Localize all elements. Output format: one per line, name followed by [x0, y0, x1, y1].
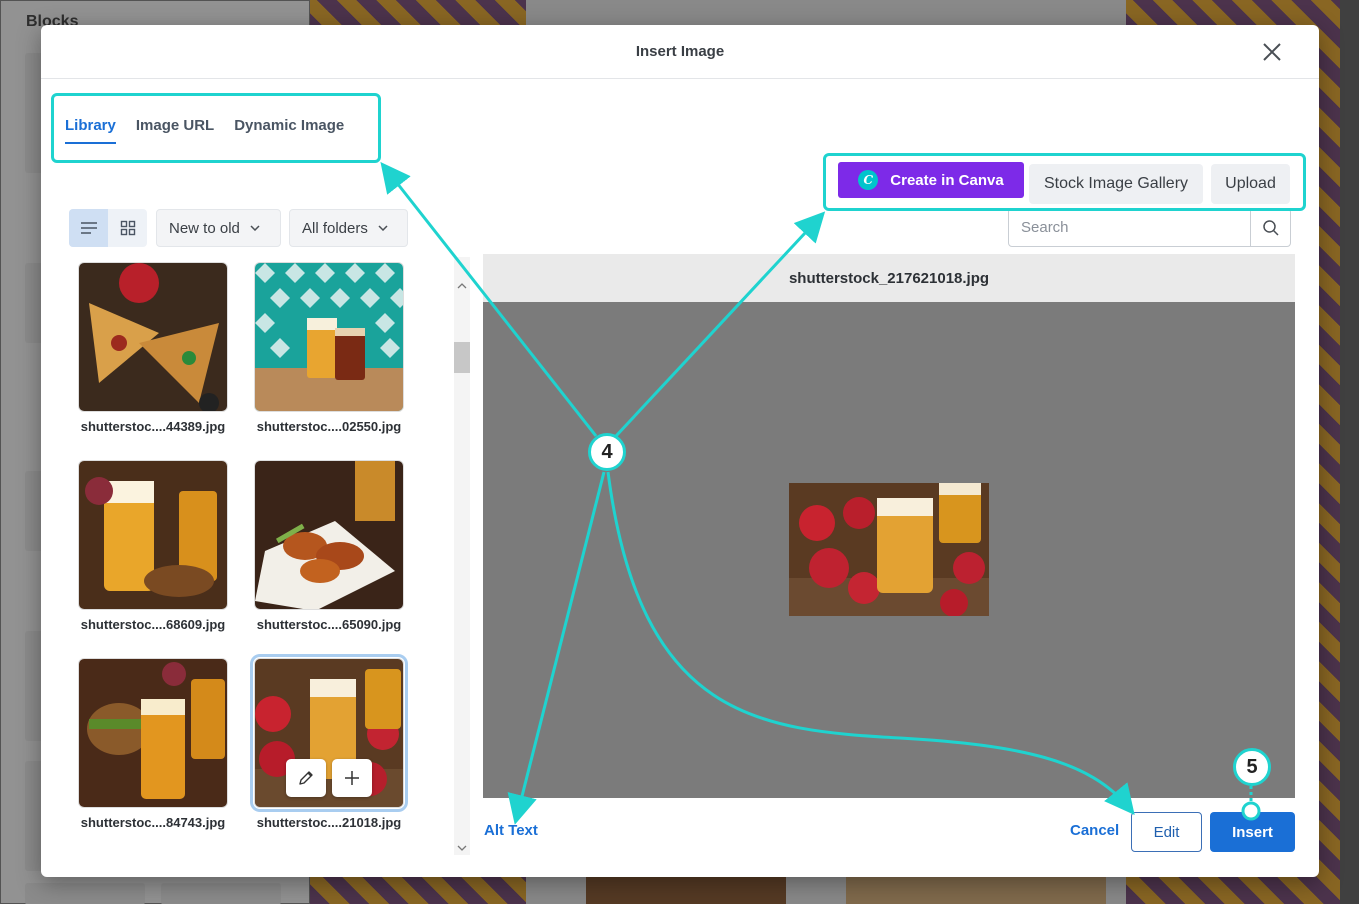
- image-tile[interactable]: shutterstoc....65090.jpg: [254, 460, 406, 632]
- search-icon: [1262, 219, 1279, 236]
- folder-dropdown-value: All folders: [302, 219, 368, 237]
- sort-dropdown[interactable]: New to old: [156, 209, 281, 247]
- list-view-button[interactable]: [69, 209, 108, 247]
- list-icon: [80, 222, 97, 234]
- step-badge-4: 4: [588, 433, 626, 471]
- grid-view-button[interactable]: [108, 209, 147, 247]
- modal-header: Insert Image: [41, 25, 1319, 79]
- chevron-down-icon: [250, 225, 260, 231]
- folder-dropdown[interactable]: All folders: [289, 209, 408, 247]
- image-thumbnail[interactable]: [250, 654, 408, 812]
- view-toggle: [69, 209, 147, 247]
- pencil-icon: [299, 771, 313, 785]
- search-box: [1008, 208, 1291, 247]
- chevron-down-icon: [378, 225, 388, 231]
- plus-icon: [345, 771, 359, 785]
- stock-image-gallery-button[interactable]: Stock Image Gallery: [1029, 164, 1203, 204]
- sort-dropdown-value: New to old: [169, 219, 240, 237]
- grid-icon: [120, 220, 135, 236]
- tab-library[interactable]: Library: [65, 117, 116, 144]
- close-icon: [1263, 43, 1281, 61]
- source-tabs: Library Image URL Dynamic Image: [65, 117, 344, 144]
- edit-button[interactable]: Edit: [1131, 812, 1202, 852]
- upload-button[interactable]: Upload: [1211, 164, 1290, 204]
- image-tile-selected[interactable]: shutterstoc....21018.jpg: [250, 654, 408, 830]
- image-thumbnail[interactable]: [254, 460, 404, 610]
- add-image-button[interactable]: [332, 759, 372, 797]
- close-button[interactable]: [1261, 41, 1283, 63]
- insert-button[interactable]: Insert: [1210, 812, 1295, 852]
- insert-image-modal: Insert Image Library Image URL Dynamic I…: [41, 25, 1319, 877]
- tab-dynamic-image[interactable]: Dynamic Image: [234, 117, 344, 144]
- image-thumbnail[interactable]: [78, 658, 228, 808]
- gallery-scrollbar[interactable]: [454, 257, 470, 855]
- scrollbar-thumb[interactable]: [454, 342, 470, 373]
- image-preview-area: [483, 302, 1295, 798]
- image-library-grid: shutterstoc....44389.jpg shutterstoc....…: [78, 262, 418, 852]
- alt-text-link[interactable]: Alt Text: [484, 822, 538, 839]
- image-filename: shutterstoc....65090.jpg: [256, 617, 402, 632]
- create-in-canva-button[interactable]: C Create in Canva: [838, 162, 1024, 198]
- search-button[interactable]: [1250, 209, 1290, 246]
- cancel-button[interactable]: Cancel: [1070, 822, 1119, 839]
- step-badge-5: 5: [1233, 748, 1271, 786]
- image-tile[interactable]: shutterstoc....68609.jpg: [78, 460, 230, 632]
- canva-logo-icon: C: [858, 170, 879, 190]
- image-filename: shutterstoc....68609.jpg: [80, 617, 226, 632]
- modal-title: Insert Image: [635, 43, 725, 60]
- image-tile[interactable]: shutterstoc....84743.jpg: [78, 658, 230, 830]
- preview-image: [789, 483, 989, 616]
- image-thumbnail[interactable]: [254, 262, 404, 412]
- scroll-up-icon[interactable]: [454, 279, 470, 293]
- image-tile[interactable]: shutterstoc....44389.jpg: [78, 262, 230, 434]
- scroll-down-icon[interactable]: [454, 841, 470, 855]
- image-tile[interactable]: shutterstoc....02550.jpg: [254, 262, 406, 434]
- create-in-canva-label: Create in Canva: [890, 171, 1004, 189]
- preview-filename: shutterstock_217621018.jpg: [483, 254, 1295, 302]
- search-input[interactable]: [1009, 209, 1250, 246]
- image-filename: shutterstoc....02550.jpg: [256, 419, 402, 434]
- image-filename: shutterstoc....84743.jpg: [80, 815, 226, 830]
- image-thumbnail[interactable]: [78, 262, 228, 412]
- image-filename: shutterstoc....21018.jpg: [256, 815, 402, 830]
- tab-image-url[interactable]: Image URL: [136, 117, 214, 144]
- thumbnail-actions: [286, 759, 372, 797]
- image-thumbnail[interactable]: [78, 460, 228, 610]
- image-filename: shutterstoc....44389.jpg: [80, 419, 226, 434]
- edit-image-button[interactable]: [286, 759, 326, 797]
